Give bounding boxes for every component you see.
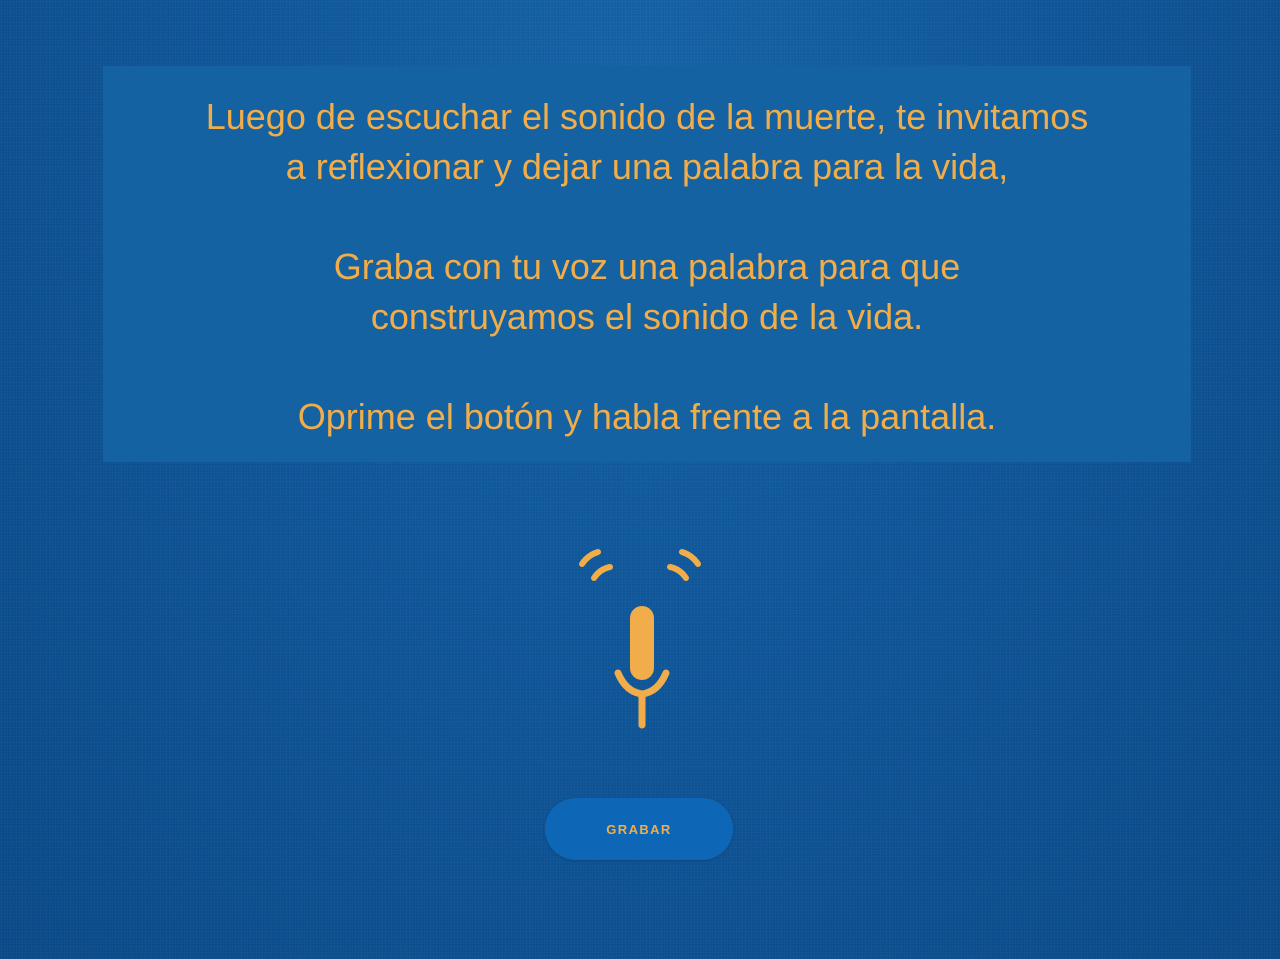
microphone-icon (579, 549, 701, 729)
instruction-line-5: Oprime el botón y habla frente a la pant… (297, 396, 997, 437)
instructions-panel: Luego de escuchar el sonido de la muerte… (103, 66, 1191, 462)
instruction-line-4: construyamos el sonido de la vida. (370, 296, 924, 337)
instruction-line-3: Graba con tu voz una palabra para que (333, 246, 961, 287)
instruction-line-1: Luego de escuchar el sonido de la muerte… (205, 96, 1089, 137)
record-button[interactable]: GRABAR (545, 798, 733, 860)
instruction-line-2: a reflexionar y dejar una palabra para l… (285, 146, 1009, 187)
